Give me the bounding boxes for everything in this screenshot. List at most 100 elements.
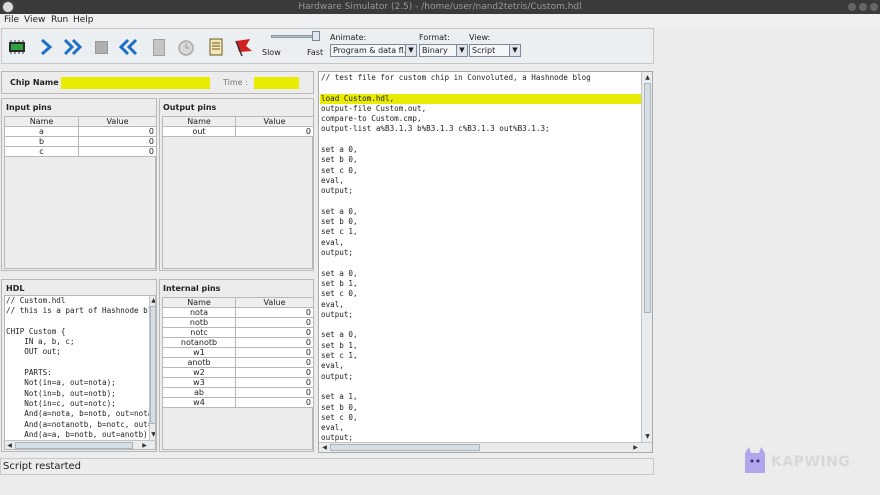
column-header-name: Name [163, 298, 236, 308]
chip-name-label: Chip Name : [10, 78, 65, 87]
pin-value: 0 [236, 127, 314, 137]
script-line [321, 320, 591, 330]
maximize-icon[interactable] [859, 3, 867, 11]
pin-value: 0 [236, 318, 314, 328]
script-vertical-scrollbar[interactable]: ▲ ▼ [641, 72, 652, 442]
fast-forward-icon[interactable] [62, 36, 84, 58]
hdl-viewer[interactable]: // Custom.hdl // this is a part of Hashn… [4, 295, 156, 450]
scroll-right-icon[interactable]: ▶ [631, 443, 640, 452]
internal-pins-panel: Internal pins Name Value nota 0 notb 0 n… [159, 279, 314, 452]
scroll-thumb[interactable] [150, 306, 155, 424]
animate-select[interactable]: Program & data fl... ▼ [330, 44, 417, 57]
format-select[interactable]: Binary ▼ [419, 44, 468, 57]
column-header-value: Value [236, 117, 314, 127]
script-line [321, 197, 591, 207]
table-row[interactable]: a 0 [5, 127, 157, 137]
menu-view[interactable]: View [24, 15, 45, 26]
menu-run[interactable]: Run [51, 15, 68, 26]
script-line: set a 0, [321, 206, 358, 216]
table-row: notc 0 [163, 328, 314, 338]
scroll-thumb[interactable] [644, 83, 651, 313]
script-line: set a 0, [321, 145, 358, 155]
table-row: notanotb 0 [163, 338, 314, 348]
hdl-panel: HDL // Custom.hdl // this is a part of H… [1, 279, 157, 452]
animate-label: Animate: [330, 33, 367, 42]
pin-value[interactable]: 0 [79, 137, 157, 147]
chip-name-field [61, 77, 210, 89]
hdl-horizontal-scrollbar[interactable]: ◀ ▶ [5, 440, 155, 449]
pin-name: notanotb [163, 338, 236, 348]
table-row: nota 0 [163, 308, 314, 318]
hdl-vertical-scrollbar[interactable]: ▲ ▼ [149, 296, 155, 440]
clock-icon[interactable] [175, 36, 197, 58]
scroll-left-icon[interactable]: ◀ [320, 443, 329, 452]
script-line [321, 258, 591, 268]
pin-name: ab [163, 388, 236, 398]
speed-fast-label: Fast [307, 48, 324, 57]
breakpoint-flag-icon[interactable] [233, 36, 255, 58]
scroll-left-icon[interactable]: ◀ [5, 441, 14, 449]
animate-select-value: Program & data fl... [333, 46, 412, 55]
rewind-icon[interactable] [117, 36, 139, 58]
scroll-down-icon[interactable]: ▼ [149, 430, 155, 439]
view-select[interactable]: Script ▼ [469, 44, 521, 57]
watermark-text: KAPWING [771, 454, 851, 470]
pin-name: w2 [163, 368, 236, 378]
scroll-thumb[interactable] [330, 444, 480, 451]
kapwing-logo-icon [743, 447, 767, 477]
output-pins-panel: Output pins Name Value out 0 [159, 98, 314, 271]
table-row: w2 0 [163, 368, 314, 378]
table-row[interactable]: b 0 [5, 137, 157, 147]
script-horizontal-scrollbar[interactable]: ◀ ▶ [319, 442, 652, 452]
scroll-down-icon[interactable]: ▼ [643, 432, 652, 441]
table-row[interactable]: c 0 [5, 147, 157, 157]
eval-icon[interactable] [148, 36, 170, 58]
scroll-right-icon[interactable]: ▶ [140, 441, 149, 449]
single-step-icon[interactable] [35, 36, 57, 58]
table-row: notb 0 [163, 318, 314, 328]
script-line: set b 1, [321, 340, 358, 350]
input-pins-table: Name Value a 0 b 0 c 0 [4, 116, 157, 269]
scroll-thumb[interactable] [15, 442, 133, 449]
pin-name: w4 [163, 398, 236, 408]
pin-value[interactable]: 0 [79, 147, 157, 157]
script-line: output; [321, 309, 354, 319]
table-header: Name Value [163, 298, 314, 308]
scroll-up-icon[interactable]: ▲ [149, 296, 155, 305]
script-line: eval, [321, 423, 344, 433]
speed-slider-thumb[interactable] [312, 31, 320, 41]
script-line: set c 0, [321, 412, 358, 422]
script-line: output; [321, 371, 354, 381]
table-row: w4 0 [163, 398, 314, 408]
script-line: set c 0, [321, 165, 358, 175]
load-chip-icon[interactable] [6, 36, 28, 58]
script-line: set a 0, [321, 330, 358, 340]
app-logo-icon [2, 1, 14, 13]
minimize-icon[interactable] [848, 3, 856, 11]
script-line: set c 1, [321, 351, 358, 361]
script-line: output-list a%B3.1.3 b%B3.1.3 c%B3.1.3 o… [321, 124, 550, 134]
script-line: // test file for custom chip in Convolut… [321, 73, 591, 82]
script-line: set b 0, [321, 155, 358, 165]
stop-icon[interactable] [90, 36, 112, 58]
table-header: Name Value [163, 117, 314, 127]
script-icon[interactable] [205, 36, 227, 58]
script-line: output; [321, 248, 354, 258]
column-header-value: Value [236, 298, 314, 308]
format-select-value: Binary [422, 46, 448, 55]
speed-slow-label: Slow [262, 48, 281, 57]
pin-value: 0 [236, 378, 314, 388]
menu-help[interactable]: Help [73, 15, 94, 26]
menu-bar: File View Run Help [0, 14, 880, 27]
scroll-up-icon[interactable]: ▲ [643, 73, 652, 82]
pin-value[interactable]: 0 [79, 127, 157, 137]
chevron-down-icon: ▼ [456, 45, 467, 56]
table-row[interactable]: out 0 [163, 127, 314, 137]
menu-file[interactable]: File [4, 15, 19, 26]
view-select-value: Script [472, 46, 496, 55]
close-icon[interactable] [870, 3, 878, 11]
pin-name: b [5, 137, 79, 147]
pin-name: a [5, 127, 79, 137]
script-panel[interactable]: // test file for custom chip in Convolut… [318, 71, 653, 453]
pin-value: 0 [236, 308, 314, 318]
